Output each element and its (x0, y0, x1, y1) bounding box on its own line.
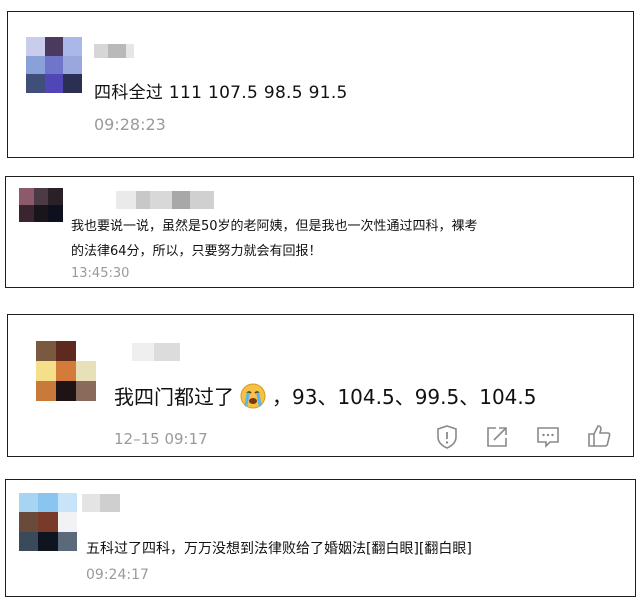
comment-text: 我四门都过了 ，93、104.5、99.5、104.5 (114, 381, 537, 410)
share-button[interactable] (484, 424, 510, 450)
thumbs-up-icon (588, 425, 611, 447)
avatar-mosaic-cell (44, 55, 64, 75)
username-blur-block (132, 343, 154, 361)
username-blur-block (150, 191, 172, 209)
username-blur-block (136, 191, 150, 209)
avatar[interactable] (19, 493, 77, 551)
avatar-mosaic-cell (76, 341, 96, 361)
avatar-mosaic-cell (33, 205, 49, 222)
avatar-mosaic-cell (38, 493, 58, 513)
avatar-mosaic-cell (63, 37, 82, 56)
comment-time: 09:28:23 (94, 115, 166, 134)
username-blur-block (108, 44, 126, 58)
avatar[interactable] (36, 341, 96, 401)
username-blur-block (116, 191, 136, 209)
username-blur-block (126, 44, 134, 58)
comment-text-after-emoji: ，93、104.5、99.5、104.5 (272, 385, 537, 409)
comment-card: 四科全过 111 107.5 98.5 91.5 09:28:23 (7, 11, 634, 158)
username-blurred[interactable] (116, 191, 214, 209)
avatar-mosaic-cell (56, 381, 76, 401)
avatar-mosaic-cell (36, 341, 56, 361)
avatar-mosaic-cell (44, 74, 64, 93)
avatar-mosaic-cell (19, 512, 39, 532)
avatar-mosaic-cell (44, 37, 64, 56)
avatar-mosaic-cell (36, 361, 56, 381)
avatar-mosaic-cell (63, 74, 82, 93)
avatar-mosaic-cell (26, 74, 45, 93)
avatar-mosaic-cell (56, 341, 76, 361)
avatar-mosaic-cell (57, 493, 77, 513)
comment-card: 五科过了四科，万万没想到法律败给了婚姻法[翻白眼][翻白眼] 09:24:17 (5, 479, 636, 597)
avatar-mosaic-cell (38, 531, 58, 551)
comment-text: 五科过了四科，万万没想到法律败给了婚姻法[翻白眼][翻白眼] (86, 541, 472, 557)
report-icon (437, 425, 457, 449)
username-blur-block (100, 494, 120, 512)
like-button[interactable] (586, 423, 612, 449)
comment-text-line-2: 的法律64分，所以，只要努力就会有回报！ (71, 244, 322, 259)
avatar-mosaic-cell (63, 55, 82, 75)
reply-button[interactable] (535, 424, 561, 450)
report-button[interactable] (434, 424, 460, 450)
comment-time: 09:24:17 (86, 567, 149, 583)
avatar[interactable] (19, 188, 63, 222)
comment-time: 12–15 09:17 (114, 430, 208, 448)
avatar-mosaic-cell (76, 361, 96, 381)
avatar-mosaic-cell (19, 531, 39, 551)
avatar-mosaic-cell (36, 381, 56, 401)
comment-text-before-emoji: 我四门都过了 (114, 385, 234, 409)
username-blur-block (190, 191, 214, 209)
avatar-mosaic-cell (26, 55, 45, 75)
avatar-mosaic-cell (19, 493, 39, 513)
crying-emoji-icon (240, 383, 266, 409)
avatar-mosaic-cell (26, 37, 45, 56)
avatar-mosaic-cell (76, 381, 96, 401)
avatar-mosaic-cell (48, 188, 63, 205)
avatar-mosaic-cell (48, 205, 63, 222)
avatar-mosaic-cell (38, 512, 58, 532)
comment-card: 我也要说一说，虽然是50岁的老阿姨，但是我也一次性通过四科，裸考 的法律64分，… (5, 176, 634, 288)
username-blur-block (82, 494, 100, 512)
avatar-mosaic-cell (57, 512, 77, 532)
username-blur-block (154, 343, 180, 361)
avatar-mosaic-cell (19, 205, 34, 222)
username-blur-block (172, 191, 190, 209)
username-blur-block (94, 44, 108, 58)
share-icon (487, 427, 507, 447)
comment-icon (537, 427, 559, 448)
avatar-mosaic-cell (19, 188, 34, 205)
comment-card: 我四门都过了 ，93、104.5、99.5、104.5 12–15 09:17 (7, 314, 634, 457)
username-blurred[interactable] (82, 494, 120, 512)
avatar[interactable] (26, 37, 82, 93)
comment-text: 四科全过 111 107.5 98.5 91.5 (94, 83, 348, 103)
username-blurred[interactable] (94, 44, 134, 58)
avatar-mosaic-cell (57, 531, 77, 551)
avatar-mosaic-cell (33, 188, 49, 205)
comment-time: 13:45:30 (71, 266, 130, 281)
avatar-mosaic-cell (56, 361, 76, 381)
comment-text-line-1: 我也要说一说，虽然是50岁的老阿姨，但是我也一次性通过四科，裸考 (71, 219, 478, 234)
username-blurred[interactable] (132, 343, 180, 361)
